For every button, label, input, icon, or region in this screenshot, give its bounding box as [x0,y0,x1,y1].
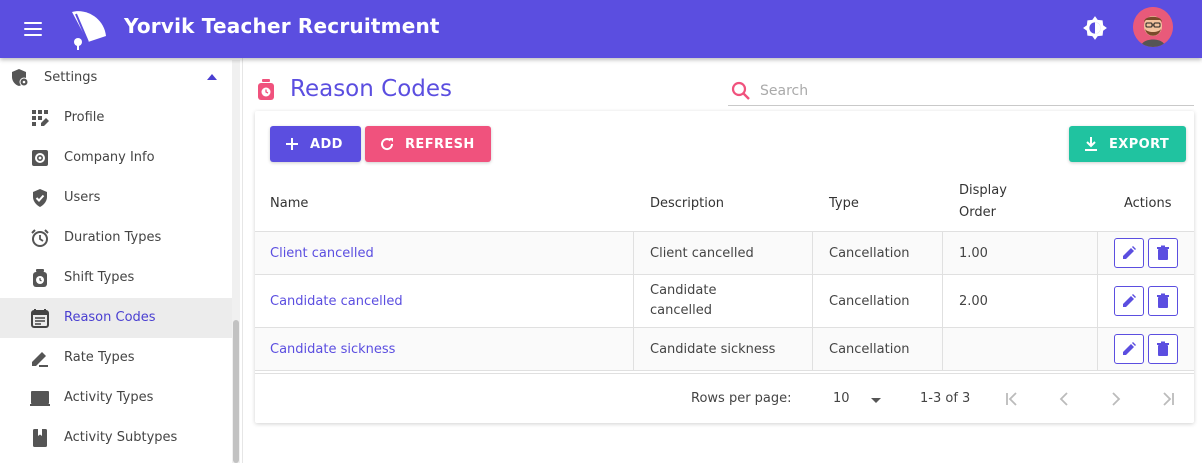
calendar-notes-icon [31,309,49,328]
brightness-icon[interactable] [1082,15,1108,41]
cell-description: Client cancelled [650,245,754,261]
cell-display-order: 2.00 [959,293,988,309]
edit-button[interactable] [1114,286,1144,316]
refresh-icon [381,138,394,151]
plus-icon [286,138,298,150]
trash-icon [1157,341,1169,356]
logo-icon [72,11,106,50]
page-title: Reason Codes [290,76,452,102]
cell-description: Candidate sickness [650,341,776,357]
delete-button[interactable] [1148,334,1178,364]
last-page-icon[interactable] [1157,388,1179,410]
refresh-button[interactable]: REFRESH [365,126,491,162]
stopwatch-icon [258,79,274,100]
sidebar-section-label: Settings [44,70,98,85]
add-button[interactable]: ADD [270,126,361,162]
avatar[interactable] [1133,7,1173,47]
sidebar-item-company-info[interactable]: Company Info [0,138,232,178]
sidebar-item-label: Activity Types [64,390,154,405]
chevron-up-icon[interactable] [207,74,217,80]
edit-button[interactable] [1114,238,1144,268]
cell-description-line2: cancelled [650,303,712,318]
dropdown-arrow-icon [871,398,881,403]
table-row: Candidate cancelled Candidate cancelled … [255,275,1194,328]
column-header-description[interactable]: Description [650,196,724,211]
sidebar-item-shift-types[interactable]: Shift Types [0,258,232,298]
refresh-button-label: REFRESH [405,136,475,152]
stopwatch-icon [33,269,47,287]
sidebar: Settings Profile Company Info Users Dura… [0,58,243,463]
delete-button[interactable] [1148,286,1178,316]
edit-button[interactable] [1114,334,1144,364]
table-row: Client cancelled Client cancelled Cancel… [255,232,1194,275]
previous-page-icon[interactable] [1053,388,1075,410]
cell-name[interactable]: Candidate sickness [270,328,395,370]
column-header-display-order-line2[interactable]: Order [959,205,996,220]
sidebar-section-settings[interactable]: Settings [0,58,232,98]
pencil-icon [1123,342,1136,355]
sidebar-item-rate-types[interactable]: Rate Types [0,338,232,378]
sidebar-item-users[interactable]: Users [0,178,232,218]
delete-button[interactable] [1148,238,1178,268]
sidebar-item-profile[interactable]: Profile [0,98,232,138]
gear-icon [32,150,48,166]
column-header-name[interactable]: Name [270,196,308,211]
cell-display-order: 1.00 [959,245,988,261]
trash-icon [1157,245,1169,260]
next-page-icon[interactable] [1105,388,1127,410]
sidebar-item-activity-subtypes[interactable]: Activity Subtypes [0,418,232,458]
cell-type: Cancellation [829,293,910,309]
cell-name[interactable]: Client cancelled [270,232,374,274]
trash-icon [1157,293,1169,308]
sidebar-item-label: Shift Types [64,270,135,285]
sidebar-item-label: Reason Codes [64,310,156,325]
rows-per-page-value: 10 [833,391,850,406]
page-range: 1-3 of 3 [920,391,971,406]
pencil-icon [1123,294,1136,307]
export-button[interactable]: EXPORT [1069,126,1186,162]
export-button-label: EXPORT [1109,136,1170,152]
sidebar-item-reason-codes[interactable]: Reason Codes [0,298,232,338]
sidebar-item-activity-types[interactable]: Activity Types [0,378,232,418]
rows-per-page-label: Rows per page: [691,391,792,406]
table-row: Candidate sickness Candidate sickness Ca… [255,328,1194,371]
dashboard-icon [32,110,49,126]
book-icon [33,429,47,447]
sidebar-item-label: Company Info [64,150,155,165]
reason-codes-card: ADD REFRESH EXPORT Name Description Type… [255,111,1194,423]
pencil-icon [1123,246,1136,259]
cell-name[interactable]: Candidate cancelled [270,275,403,327]
sidebar-item-label: Activity Subtypes [64,430,178,445]
download-icon [1085,137,1097,151]
search-icon [731,81,750,100]
hamburger-menu-icon[interactable] [24,17,48,41]
sidebar-item-label: Users [64,190,101,205]
search-bar [728,76,1194,106]
table-header: Name Description Type Display Order Acti… [255,177,1194,232]
app-bar: Yorvik Teacher Recruitment [0,0,1202,58]
cell-type: Cancellation [829,341,910,357]
app-title: Yorvik Teacher Recruitment [124,14,440,38]
column-header-type[interactable]: Type [829,196,859,211]
signature-icon [32,352,48,367]
sidebar-item-label: Profile [64,110,105,125]
column-header-display-order-line1[interactable]: Display [959,183,1007,198]
shield-check-icon [33,189,47,207]
sidebar-item-label: Duration Types [64,230,162,245]
sidebar-item-label: Rate Types [64,350,135,365]
pagination: Rows per page: 10 1-3 of 3 [255,373,1194,423]
sidebar-scrollbar-thumb[interactable] [233,320,239,463]
sidebar-item-duration-types[interactable]: Duration Types [0,218,232,258]
alarm-clock-icon [31,229,49,247]
shield-gear-icon [12,69,29,87]
cell-type: Cancellation [829,245,910,261]
add-button-label: ADD [310,136,343,152]
cell-description-line1: Candidate [650,283,717,298]
rows-per-page-select[interactable]: 10 [833,384,891,414]
search-input[interactable] [760,79,1180,103]
column-header-actions: Actions [1124,196,1172,211]
first-page-icon[interactable] [1001,388,1023,410]
laptop-icon [30,391,50,406]
